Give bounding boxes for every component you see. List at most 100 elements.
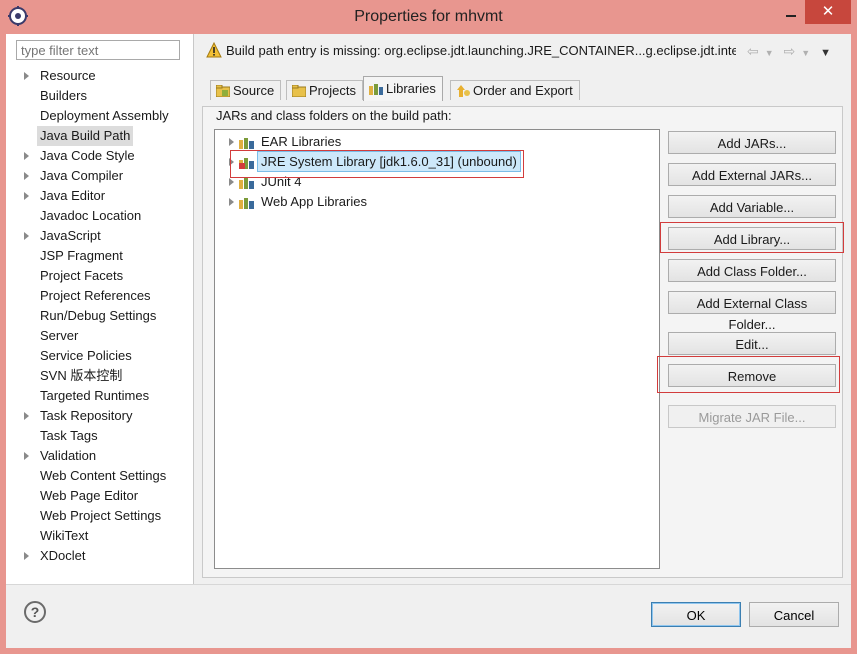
bottom-separator [6,584,851,585]
highlight-remove [657,356,840,393]
tree-item[interactable]: Web Content Settings [6,466,193,486]
tree-item[interactable]: XDoclet [6,546,193,566]
expand-arrow-icon[interactable] [229,198,234,206]
forward-arrow-icon[interactable]: ⇨ [784,43,796,59]
add-external-jars-button[interactable]: Add External JARs... [668,163,836,186]
libraries-heading: JARs and class folders on the build path… [216,108,452,123]
tree-item[interactable]: Validation [6,446,193,466]
tab-order-export-label: Order and Export [473,83,573,98]
ok-button[interactable]: OK [651,602,741,627]
expand-arrow-icon[interactable] [24,192,29,200]
library-entry-label: Web App Libraries [261,194,367,209]
tree-item[interactable]: Javadoc Location [6,206,193,226]
tree-item-label: Resource [40,68,96,83]
tree-item[interactable]: JavaScript [6,226,193,246]
window-frame-bottom [0,648,857,654]
tree-item-label: Server [40,328,79,343]
tree-item-label: Javadoc Location [40,208,142,223]
migrate-jar-button: Migrate JAR File... [668,405,836,428]
tree-item-label: Web Project Settings [40,508,162,523]
tree-item-label: Project Facets [40,268,124,283]
library-icon [239,138,254,149]
tree-item[interactable]: Java Compiler [6,166,193,186]
tree-item[interactable]: Web Project Settings [6,506,193,526]
edit-button[interactable]: Edit... [668,332,836,355]
tab-order-export[interactable]: Order and Export [450,80,580,100]
expand-arrow-icon[interactable] [24,72,29,80]
tree-item[interactable]: Builders [6,86,193,106]
tree-item-label: Java Code Style [40,148,135,163]
help-icon[interactable]: ? [24,601,46,623]
project-icon [292,85,306,97]
tree-item-label: Java Build Path [37,126,134,146]
tree-item-label: Task Tags [40,428,98,443]
library-icon [239,198,254,209]
tree-item[interactable]: Service Policies [6,346,193,366]
view-menu-icon[interactable]: ▼ [820,47,831,59]
tree-item[interactable]: Resource [6,66,193,86]
tree-item[interactable]: Project Facets [6,266,193,286]
add-variable-button[interactable]: Add Variable... [668,195,836,218]
highlight-jre-entry [230,150,524,178]
tab-libraries[interactable]: Libraries [363,76,443,101]
expand-arrow-icon[interactable] [24,452,29,460]
expand-arrow-icon[interactable] [24,232,29,240]
expand-arrow-icon[interactable] [229,178,234,186]
back-dropdown-icon[interactable]: ▼ [765,48,774,58]
window-title: Properties for mhvmt [354,8,503,25]
cancel-button[interactable]: Cancel [749,602,839,627]
tree-item[interactable]: Task Repository [6,406,193,426]
tree-item-label: Task Repository [40,408,133,423]
tree-item[interactable]: Web Page Editor [6,486,193,506]
tree-item[interactable]: Project References [6,286,193,306]
expand-arrow-icon[interactable] [229,138,234,146]
preference-tree-pane: Resource Builders Deployment Assembly Java … [6,34,194,584]
tree-item[interactable]: Java Code Style [6,146,193,166]
dialog-client-area: Resource Builders Deployment Assembly Java … [6,34,851,648]
expand-arrow-icon[interactable] [24,172,29,180]
expand-arrow-icon[interactable] [24,552,29,560]
tree-item-label: Validation [40,448,97,463]
tree-item-label: Run/Debug Settings [40,308,157,323]
add-class-folder-button[interactable]: Add Class Folder... [668,259,836,282]
tree-item-label: Project References [40,288,151,303]
tab-libraries-label: Libraries [386,81,436,96]
expand-arrow-icon[interactable] [24,412,29,420]
source-folder-icon [216,85,230,97]
tree-item-label: Targeted Runtimes [40,388,150,403]
history-nav: ⇦ ▼ ⇨ ▼ ▼ [747,43,837,60]
tree-item[interactable]: Deployment Assembly [6,106,193,126]
filter-input[interactable] [16,40,180,60]
highlight-add-library [660,222,844,253]
tree-item-label: JavaScript [40,228,101,243]
tree-item-label: Web Content Settings [40,468,167,483]
tab-source[interactable]: Source [210,80,282,100]
libraries-list[interactable]: EAR Libraries JRE System Library [jdk1.6.… [214,129,660,569]
close-button[interactable]: ✕ [805,0,851,24]
add-jars-button[interactable]: Add JARs... [668,131,836,154]
tree-item-label: SVN 版本控制 [40,368,123,383]
tree-item-label: Service Policies [40,348,132,363]
tree-item[interactable]: Java Editor [6,186,193,206]
expand-arrow-icon[interactable] [24,152,29,160]
back-arrow-icon[interactable]: ⇦ [747,43,759,59]
add-external-class-folder-button[interactable]: Add External Class Folder... [668,291,836,332]
tree-item[interactable]: SVN 版本控制 [6,366,193,386]
tree-item[interactable]: JSP Fragment [6,246,193,266]
tree-item[interactable]: WikiText [6,526,193,546]
tree-item[interactable]: Task Tags [6,426,193,446]
minimize-icon [786,15,796,17]
minimize-button[interactable] [777,4,805,26]
forward-dropdown-icon[interactable]: ▼ [801,48,810,58]
tab-projects-label: Projects [309,83,356,98]
tree-item-label: XDoclet [40,548,86,563]
tree-item[interactable]: Java Build Path [6,126,193,146]
tree-item-label: JSP Fragment [40,248,123,263]
order-export-icon [457,85,470,97]
tree-item[interactable]: Run/Debug Settings [6,306,193,326]
warning-icon [206,42,222,58]
tree-item[interactable]: Server [6,326,193,346]
window-frame-right [851,34,857,654]
tab-projects[interactable]: Projects [286,80,363,100]
tree-item[interactable]: Targeted Runtimes [6,386,193,406]
